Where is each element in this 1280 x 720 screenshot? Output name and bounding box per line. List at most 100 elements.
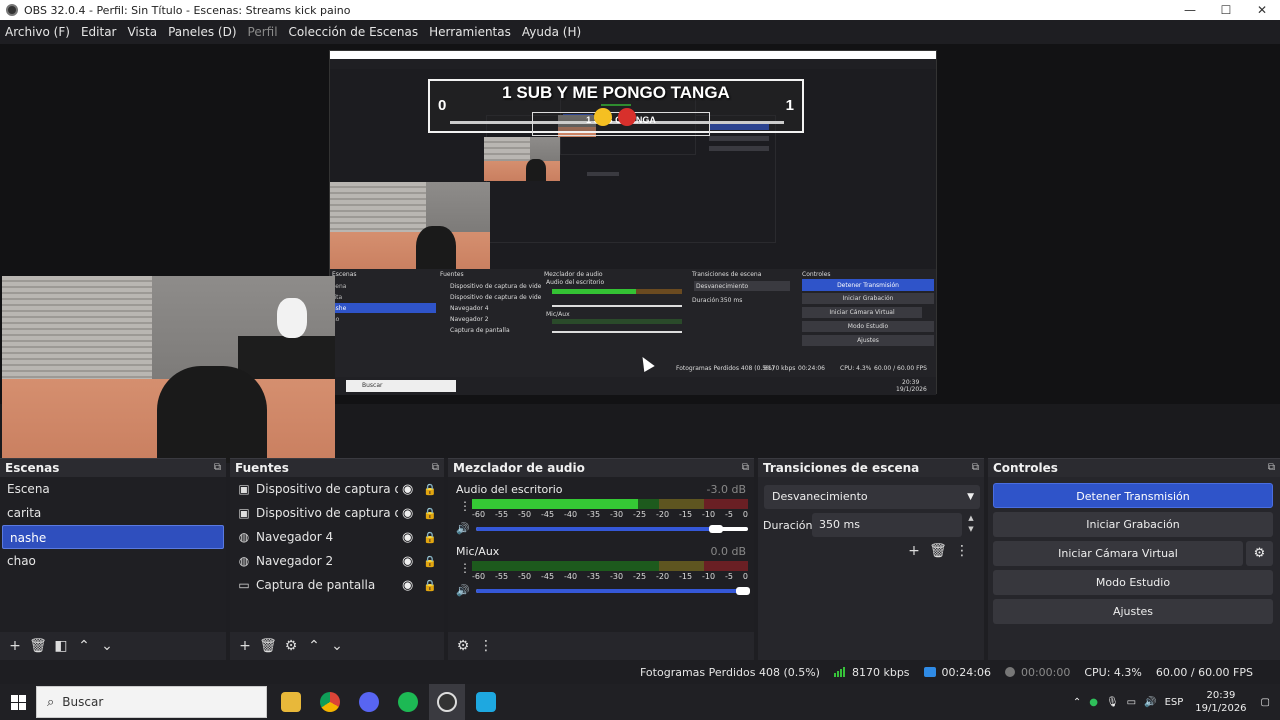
menu-vista[interactable]: Vista bbox=[127, 25, 157, 39]
source-item[interactable]: ◍ Navegador 4 ◉ 🔒 bbox=[230, 525, 444, 549]
lock-icon[interactable]: 🔒 bbox=[423, 483, 437, 496]
mixer-menu-icon[interactable]: ⋮ bbox=[475, 638, 497, 654]
notifications-icon[interactable]: ▢ bbox=[1261, 697, 1270, 708]
microphone-icon[interactable]: 🎙 bbox=[1106, 697, 1119, 708]
speaker-icon[interactable]: 🔊 bbox=[456, 522, 470, 535]
sources-dock-title: Fuentes ⧉ bbox=[230, 459, 444, 477]
source-properties-gear-icon[interactable]: ⚙ bbox=[280, 638, 302, 654]
lock-icon[interactable]: 🔒 bbox=[423, 579, 437, 592]
menu-coleccion[interactable]: Colección de Escenas bbox=[289, 25, 419, 39]
remove-scene-icon[interactable]: 🗑 bbox=[27, 638, 49, 654]
spin-up-icon[interactable]: ▲ bbox=[964, 513, 978, 524]
meter-ticks: -60 -55 -50 -45 -40 -35 -30 -25 -20 -15 -10 -5 0 bbox=[472, 510, 748, 519]
volume-slider-handle[interactable] bbox=[708, 525, 723, 533]
preview-canvas[interactable]: Escenas Fuentes Mezclador de audio Trans… bbox=[0, 44, 1280, 463]
app-f-icon[interactable] bbox=[468, 684, 504, 720]
lock-icon[interactable]: 🔒 bbox=[423, 507, 437, 520]
scene-item-escena[interactable]: Escena bbox=[0, 477, 226, 501]
source-item[interactable]: ▣Dispositivo de captura de vide◉🔒 bbox=[230, 477, 444, 501]
spin-down-icon[interactable]: ▼ bbox=[964, 524, 978, 535]
virtual-camera-gear-icon[interactable]: ⚙ bbox=[1246, 541, 1273, 566]
sources-dock: Fuentes⧉ ▣Dispositivo de captura de vide… bbox=[230, 458, 444, 660]
stop-stream-button[interactable]: Detener Transmisión bbox=[993, 483, 1273, 508]
menu-editar[interactable]: Editar bbox=[81, 25, 117, 39]
menu-paneles[interactable]: Paneles (D) bbox=[168, 25, 236, 39]
visibility-eye-icon[interactable]: ◉ bbox=[402, 530, 413, 545]
visibility-eye-icon[interactable]: ◉ bbox=[402, 578, 413, 593]
channel-menu-icon[interactable]: ⋮ bbox=[459, 561, 471, 575]
studio-mode-button[interactable]: Modo Estudio bbox=[993, 570, 1273, 595]
maximize-button[interactable]: ☐ bbox=[1208, 0, 1244, 20]
scene-item-carita[interactable]: carita bbox=[0, 501, 226, 525]
undock-icon[interactable]: ⧉ bbox=[972, 459, 979, 477]
menu-perfil[interactable]: Perfil bbox=[248, 25, 278, 39]
menu-herramientas[interactable]: Herramientas bbox=[429, 25, 511, 39]
minimize-button[interactable]: — bbox=[1172, 0, 1208, 20]
surprised-emoji-icon bbox=[594, 108, 612, 126]
volume-fill bbox=[476, 527, 721, 531]
move-down-icon[interactable]: ⌄ bbox=[326, 638, 348, 654]
tray-app-icon[interactable]: ● bbox=[1089, 697, 1098, 708]
undock-icon[interactable]: ⧉ bbox=[1268, 459, 1275, 477]
visibility-eye-icon[interactable]: ◉ bbox=[402, 482, 413, 497]
scene-item-chao[interactable]: chao bbox=[0, 549, 226, 573]
duration-input[interactable]: 350 ms bbox=[812, 513, 962, 537]
start-recording-button[interactable]: Iniciar Grabación bbox=[993, 512, 1273, 537]
channel-name: Mic/Aux bbox=[456, 545, 500, 558]
windows-start-icon[interactable] bbox=[0, 684, 36, 720]
taskbar-search[interactable]: ⌕ Buscar bbox=[36, 686, 267, 718]
language-indicator[interactable]: ESP bbox=[1165, 697, 1184, 708]
menu-ayuda[interactable]: Ayuda (H) bbox=[522, 25, 581, 39]
lock-icon[interactable]: 🔒 bbox=[423, 531, 437, 544]
controls-dock-title: Controles ⧉ bbox=[988, 459, 1280, 477]
chrome-icon[interactable] bbox=[312, 684, 348, 720]
remove-transition-icon[interactable]: 🗑 bbox=[926, 543, 950, 559]
visibility-eye-icon[interactable]: ◉ bbox=[402, 554, 413, 569]
file-explorer-icon[interactable] bbox=[273, 684, 309, 720]
visibility-eye-icon[interactable]: ◉ bbox=[402, 506, 413, 521]
nested-webcam-thumb-2 bbox=[484, 137, 560, 181]
add-transition-icon[interactable]: + bbox=[902, 543, 926, 559]
advanced-audio-gear-icon[interactable]: ⚙ bbox=[452, 638, 474, 654]
lock-icon[interactable]: 🔒 bbox=[423, 555, 437, 568]
volume-slider-handle[interactable] bbox=[736, 587, 750, 595]
remove-source-icon[interactable]: 🗑 bbox=[257, 638, 279, 654]
volume-icon[interactable]: 🔊 bbox=[1144, 697, 1156, 708]
discord-icon[interactable] bbox=[351, 684, 387, 720]
tray-expand-icon[interactable]: ⌃ bbox=[1073, 697, 1081, 708]
source-item[interactable]: ◍ Navegador 2 ◉ 🔒 bbox=[230, 549, 444, 573]
source-item[interactable]: ▭ Captura de pantalla ◉ 🔒 bbox=[230, 573, 444, 597]
source-item[interactable]: ▣Dispositivo de captura de vide◉🔒 bbox=[230, 501, 444, 525]
channel-menu-icon[interactable]: ⋮ bbox=[459, 499, 471, 513]
bitrate-indicator: 8170 kbps bbox=[833, 666, 910, 679]
undock-icon[interactable]: ⧉ bbox=[742, 459, 749, 477]
spotify-icon[interactable] bbox=[390, 684, 426, 720]
webcam-source[interactable] bbox=[2, 276, 335, 463]
network-icon[interactable]: ▭ bbox=[1127, 697, 1136, 708]
add-scene-icon[interactable]: + bbox=[4, 638, 26, 654]
mixer-channel-mic: Mic/Aux 0.0 dB ⋮ -60 -55 -50 -45 -40 -35 -30 -2… bbox=[448, 539, 754, 601]
volume-slider[interactable] bbox=[476, 527, 748, 531]
nested-docks: Escenas Fuentes Mezclador de audio Trans… bbox=[330, 269, 936, 377]
move-up-icon[interactable]: ⌃ bbox=[73, 638, 95, 654]
scene-item-nashe[interactable]: nashe bbox=[2, 525, 224, 549]
transition-select[interactable]: Desvanecimiento ▼ bbox=[764, 485, 980, 509]
duration-spinner[interactable]: ▲ ▼ bbox=[964, 513, 978, 537]
menu-archivo[interactable]: Archivo (F) bbox=[5, 25, 70, 39]
undock-icon[interactable]: ⧉ bbox=[432, 459, 439, 477]
add-source-icon[interactable]: + bbox=[234, 638, 256, 654]
record-dot-icon bbox=[1004, 667, 1015, 677]
close-button[interactable]: ✕ bbox=[1244, 0, 1280, 20]
transition-menu-icon[interactable]: ⋮ bbox=[950, 543, 974, 559]
mixer-dock-title: Mezclador de audio ⧉ bbox=[448, 459, 754, 477]
taskbar-clock[interactable]: 20:39 19/1/2026 bbox=[1195, 689, 1246, 715]
move-down-icon[interactable]: ⌄ bbox=[96, 638, 118, 654]
settings-button[interactable]: Ajustes bbox=[993, 599, 1273, 624]
speaker-icon[interactable]: 🔊 bbox=[456, 584, 470, 597]
volume-slider[interactable] bbox=[476, 589, 748, 593]
undock-icon[interactable]: ⧉ bbox=[214, 459, 221, 477]
scene-filters-icon[interactable]: ◧ bbox=[50, 638, 72, 654]
start-virtual-camera-button[interactable]: Iniciar Cámara Virtual bbox=[993, 541, 1243, 566]
obs-taskbar-icon[interactable] bbox=[429, 684, 465, 720]
move-up-icon[interactable]: ⌃ bbox=[303, 638, 325, 654]
